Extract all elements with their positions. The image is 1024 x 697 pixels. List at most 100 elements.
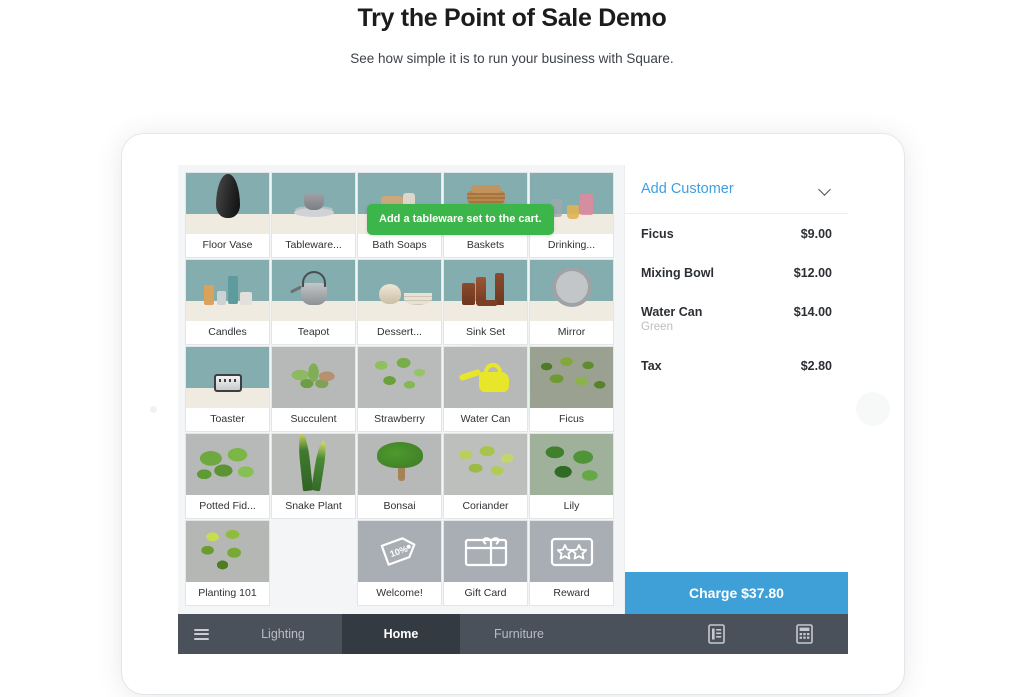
product-tile[interactable]: Teapot — [271, 259, 356, 345]
cart-pane: Add Customer Ficus $9.00 Mixing Bowl $12.00… — [624, 165, 848, 614]
product-tile[interactable]: Strawberry — [357, 346, 442, 432]
charge-button[interactable]: Charge $37.80 — [625, 572, 848, 614]
cart-item-amount: $9.00 — [800, 227, 832, 241]
product-grid-pane: Floor Vase Tableware... Bath Soaps Baskets D… — [178, 165, 624, 614]
product-thumbnail — [444, 521, 527, 582]
cart-item-row[interactable]: Water Can Green $14.00 — [641, 304, 832, 335]
cart-item-amount: $14.00 — [793, 305, 832, 319]
hero-section: Try the Point of Sale Demo See how simpl… — [0, 0, 1024, 68]
hamburger-menu-icon[interactable] — [178, 614, 224, 654]
product-tile[interactable]: 10% Welcome! — [357, 520, 442, 606]
pos-screen: Floor Vase Tableware... Bath Soaps Baskets D… — [178, 165, 848, 654]
product-thumbnail — [530, 347, 613, 408]
cart-item-name: Mixing Bowl — [641, 266, 714, 280]
product-grid: Floor Vase Tableware... Bath Soaps Baskets D… — [185, 172, 624, 606]
product-tile[interactable]: Tableware... — [271, 172, 356, 258]
product-thumbnail — [272, 347, 355, 408]
product-tile[interactable]: Reward — [529, 520, 614, 606]
product-thumbnail — [444, 347, 527, 408]
product-label: Mirror — [530, 321, 613, 344]
product-thumbnail — [272, 434, 355, 495]
receipt-icon[interactable] — [672, 614, 760, 654]
product-thumbnail — [272, 173, 355, 234]
product-tile-empty — [271, 520, 356, 606]
add-customer-label: Add Customer — [641, 181, 734, 197]
product-tile[interactable]: Coriander — [443, 433, 528, 519]
product-tile[interactable]: Dessert... — [357, 259, 442, 345]
nav-tab-lighting[interactable]: Lighting — [224, 614, 342, 654]
product-thumbnail — [272, 260, 355, 321]
product-tile[interactable]: Planting 101 — [185, 520, 270, 606]
product-tile[interactable]: Potted Fid... — [185, 433, 270, 519]
product-tile[interactable]: Toaster — [185, 346, 270, 432]
camera-dot-icon — [150, 406, 157, 413]
product-label: Bath Soaps — [358, 234, 441, 257]
cart-item-name: Ficus — [641, 227, 674, 241]
page-subtitle: See how simple it is to run your busines… — [350, 51, 674, 66]
product-label: Ficus — [530, 408, 613, 431]
product-label: Bonsai — [358, 495, 441, 518]
reward-stars-icon — [530, 521, 613, 582]
product-label: Floor Vase — [186, 234, 269, 257]
cart-item-row[interactable]: Ficus $9.00 — [641, 226, 832, 242]
page-root: Try the Point of Sale Demo See how simpl… — [0, 0, 1024, 697]
product-label: Reward — [530, 582, 613, 605]
product-label: Candles — [186, 321, 269, 344]
cart-item-info: Ficus — [641, 226, 674, 242]
product-label: Succulent — [272, 408, 355, 431]
product-tile[interactable]: Floor Vase — [185, 172, 270, 258]
product-label: Lily — [530, 495, 613, 518]
product-tile[interactable]: Gift Card — [443, 520, 528, 606]
gift-card-icon — [444, 521, 527, 582]
cart-item-info: Tax — [641, 358, 662, 374]
product-thumbnail — [186, 434, 269, 495]
discount-tag-icon: 10% — [358, 521, 441, 582]
product-thumbnail — [444, 434, 527, 495]
product-label: Toaster — [186, 408, 269, 431]
cart-item-name: Water Can — [641, 305, 703, 319]
add-customer-row[interactable]: Add Customer — [625, 165, 848, 214]
cart-item-info: Mixing Bowl — [641, 265, 714, 281]
product-label: Sink Set — [444, 321, 527, 344]
product-tile[interactable]: Lily — [529, 433, 614, 519]
product-thumbnail — [186, 347, 269, 408]
product-label: Snake Plant — [272, 495, 355, 518]
product-thumbnail — [358, 434, 441, 495]
product-thumbnail — [444, 260, 527, 321]
cart-item-row[interactable]: Tax $2.80 — [641, 358, 832, 374]
product-tile[interactable]: Bonsai — [357, 433, 442, 519]
home-button[interactable] — [856, 392, 890, 426]
product-label: Drinking... — [530, 234, 613, 257]
product-tile[interactable]: Water Can — [443, 346, 528, 432]
product-tile[interactable]: Ficus — [529, 346, 614, 432]
nav-tab-home[interactable]: Home — [342, 614, 460, 654]
product-thumbnail — [186, 521, 269, 582]
product-label: Tableware... — [272, 234, 355, 257]
product-label: Planting 101 — [186, 582, 269, 605]
product-thumbnail — [358, 347, 441, 408]
tooltip-add-tableware: Add a tableware set to the cart. — [367, 204, 554, 235]
cart-item-row[interactable]: Mixing Bowl $12.00 — [641, 265, 832, 281]
tablet-frame: Floor Vase Tableware... Bath Soaps Baskets D… — [122, 134, 904, 694]
product-label: Baskets — [444, 234, 527, 257]
chevron-down-icon[interactable] — [819, 185, 832, 193]
product-tile[interactable]: Snake Plant — [271, 433, 356, 519]
product-label: Strawberry — [358, 408, 441, 431]
cart-item-variant: Green — [641, 321, 673, 333]
product-tile[interactable]: Succulent — [271, 346, 356, 432]
product-label: Potted Fid... — [186, 495, 269, 518]
product-tile[interactable]: Sink Set — [443, 259, 528, 345]
cart-item-list: Ficus $9.00 Mixing Bowl $12.00 Water Can Gree… — [625, 214, 848, 572]
product-thumbnail — [186, 260, 269, 321]
product-thumbnail — [530, 434, 613, 495]
product-tile[interactable]: Mirror — [529, 259, 614, 345]
product-label: Dessert... — [358, 321, 441, 344]
product-thumbnail: 10% — [358, 521, 441, 582]
bottom-nav: Lighting Home Furniture — [178, 614, 848, 654]
calculator-icon[interactable] — [760, 614, 848, 654]
product-thumbnail — [530, 521, 613, 582]
screen-body: Floor Vase Tableware... Bath Soaps Baskets D… — [178, 165, 848, 614]
nav-tab-furniture[interactable]: Furniture — [460, 614, 578, 654]
product-tile[interactable]: Candles — [185, 259, 270, 345]
